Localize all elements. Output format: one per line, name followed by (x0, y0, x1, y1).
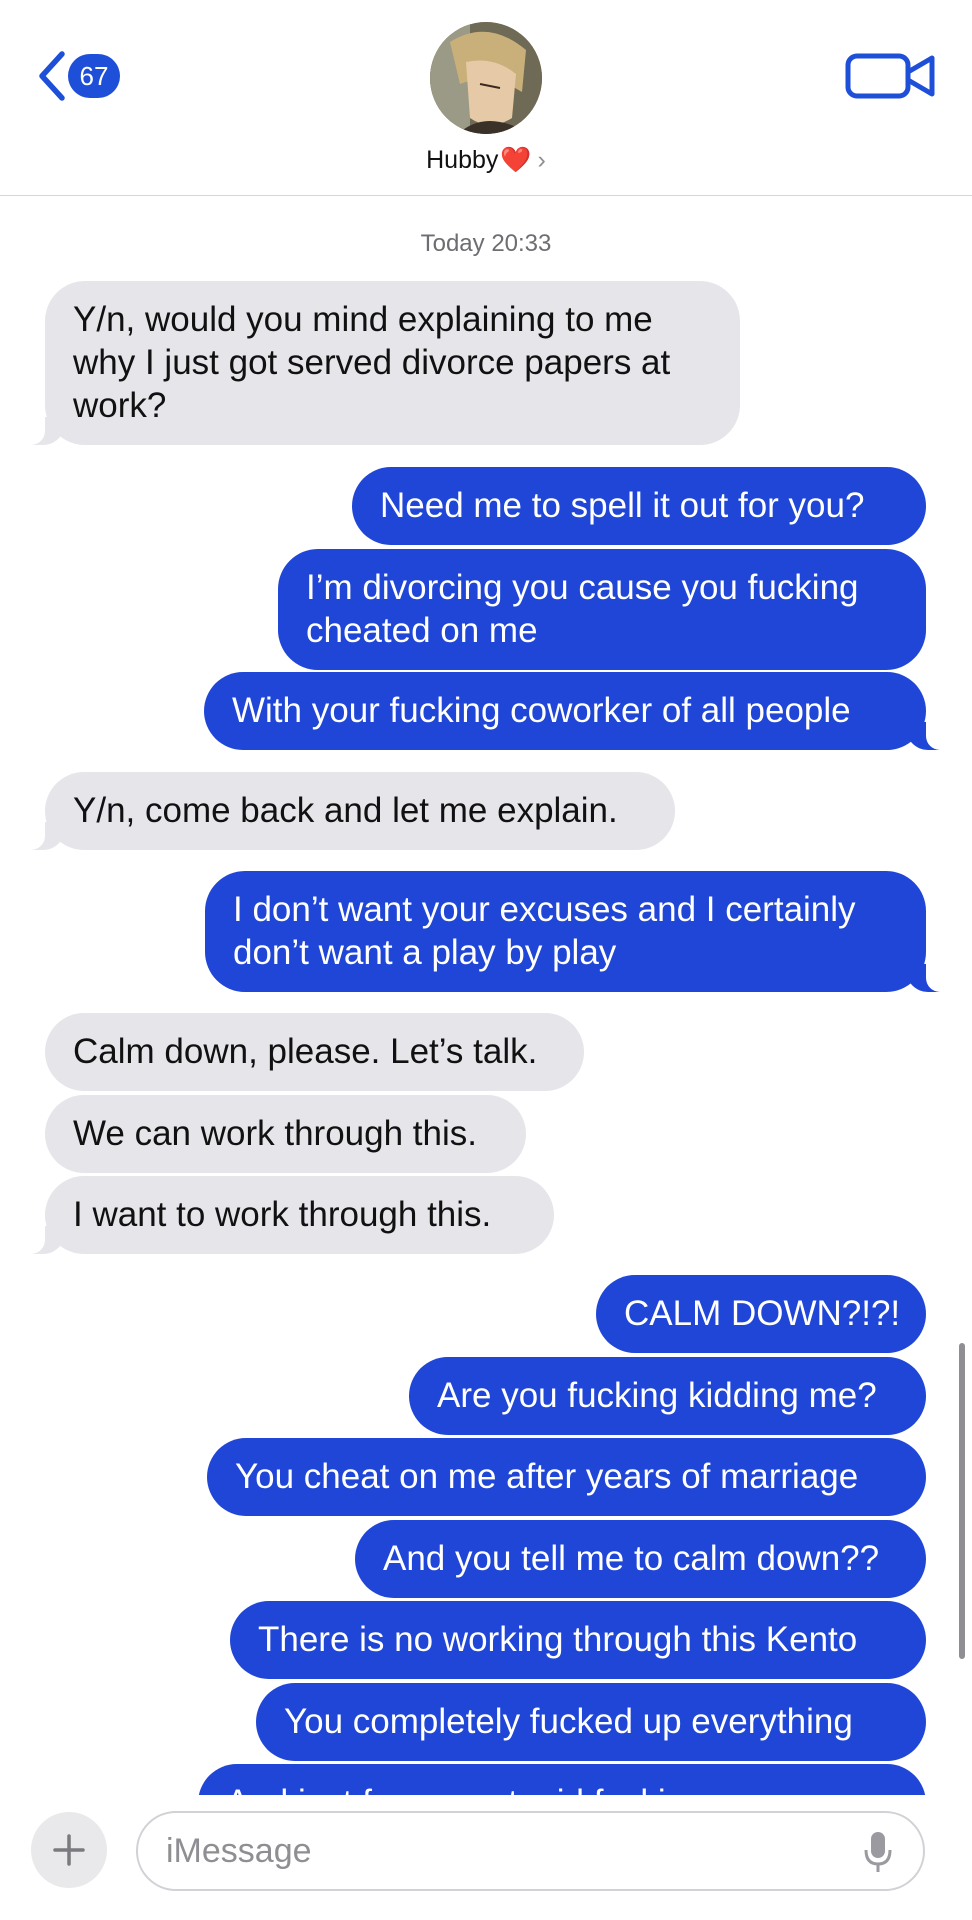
message-line: And you tell me to calm down?? (383, 1539, 880, 1578)
contact-name: Hubby (426, 146, 499, 174)
outgoing-message[interactable]: And you tell me to calm down?? (355, 1520, 926, 1598)
message-line: With your fucking coworker of all people (232, 691, 851, 730)
message-line: Need me to spell it out for you? (380, 486, 865, 525)
outgoing-message[interactable]: I’m divorcing you cause you fucking chea… (278, 549, 926, 670)
outgoing-message[interactable]: Need me to spell it out for you? (352, 467, 926, 545)
outgoing-message[interactable]: You cheat on me after years of marriage (207, 1438, 926, 1516)
heart-emoji: ❤️ (500, 146, 532, 174)
contact-avatar[interactable] (430, 22, 542, 134)
outgoing-message[interactable]: With your fucking coworker of all people (204, 672, 950, 750)
plus-icon (53, 1834, 85, 1866)
message-line: You completely fucked up everything (284, 1702, 853, 1741)
message-line: why I just got served divorce papers at (73, 343, 671, 382)
message-line: CALM DOWN?!?! (624, 1294, 901, 1333)
outgoing-message[interactable]: CALM DOWN?!?! (596, 1275, 926, 1353)
back-button[interactable]: 67 (36, 48, 120, 104)
message-line: don’t want a play by play (233, 933, 617, 972)
message-line: I don’t want your excuses and I certainl… (233, 890, 856, 929)
incoming-message[interactable]: Y/n, come back and let me explain. (21, 772, 675, 850)
message-line: There is no working through this Kento (258, 1620, 858, 1659)
incoming-message[interactable]: We can work through this. (45, 1095, 526, 1173)
avatar-illustration (430, 22, 542, 134)
conversation-header: 67 Hubby❤️ › (0, 0, 972, 196)
composer-bar: iMessage (0, 1795, 972, 1920)
incoming-message[interactable]: I want to work through this. (21, 1176, 554, 1254)
message-line: I want to work through this. (73, 1195, 492, 1234)
message-line: Y/n, come back and let me explain. (73, 791, 618, 830)
chevron-right-icon: › (537, 146, 546, 174)
outgoing-message[interactable]: There is no working through this Kento (230, 1601, 926, 1679)
imessage-placeholder: iMessage (166, 1831, 312, 1870)
outgoing-message[interactable]: I don’t want your excuses and I certainl… (205, 871, 950, 992)
scrollbar[interactable] (959, 1343, 965, 1659)
message-line: Y/n, would you mind explaining to me (73, 300, 653, 339)
incoming-message[interactable]: Y/n, would you mind explaining to me why… (21, 281, 740, 445)
apps-plus-button[interactable] (31, 1812, 107, 1888)
outgoing-message[interactable]: Are you fucking kidding me? (409, 1357, 926, 1435)
microphone-icon[interactable] (863, 1830, 893, 1883)
facetime-video-button[interactable] (845, 50, 941, 102)
message-line: cheated on me (306, 611, 538, 650)
message-line: work? (73, 386, 167, 425)
video-camera-icon (845, 53, 935, 99)
message-line: You cheat on me after years of marriage (235, 1457, 859, 1496)
message-line: I’m divorcing you cause you fucking (306, 568, 859, 607)
message-line: We can work through this. (73, 1114, 477, 1153)
imessage-input[interactable]: iMessage (136, 1811, 925, 1891)
message-line: Calm down, please. Let’s talk. (73, 1032, 538, 1071)
contact-name-button[interactable]: Hubby❤️ › (0, 146, 972, 175)
back-chevron-icon (36, 50, 66, 102)
incoming-message[interactable]: Calm down, please. Let’s talk. (45, 1013, 584, 1091)
message-line: Are you fucking kidding me? (437, 1376, 877, 1415)
message-timestamp: Today 20:33 (420, 230, 552, 257)
unread-count-badge: 67 (68, 54, 120, 98)
outgoing-message[interactable]: You completely fucked up everything (256, 1683, 926, 1761)
